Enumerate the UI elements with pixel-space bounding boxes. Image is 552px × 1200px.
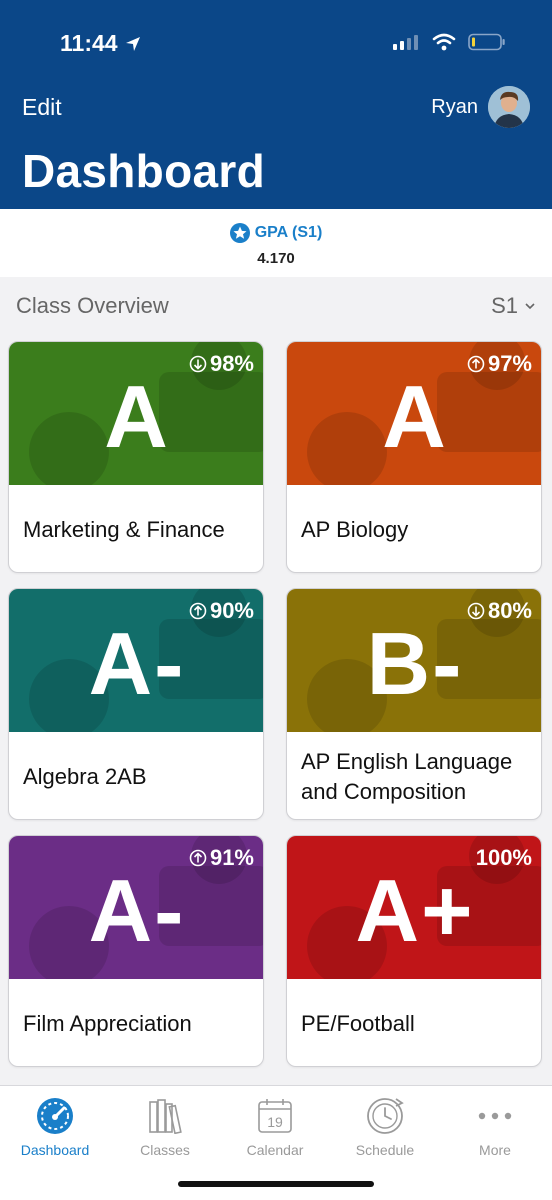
gpa-label: GPA (S1) — [254, 224, 323, 241]
class-card-banner: 98% A — [9, 342, 263, 485]
class-name: Marketing & Finance — [23, 516, 225, 542]
tab-calendar[interactable]: 19 Calendar — [220, 1094, 330, 1158]
class-name: AP English Language and Composition — [301, 748, 513, 804]
gpa-summary[interactable]: GPA (S1) 4.170 — [0, 209, 552, 277]
class-card-banner: 97% A — [287, 342, 541, 485]
class-card[interactable]: 98% A Marketing & Finance — [8, 341, 264, 573]
tab-label: Schedule — [355, 1142, 415, 1158]
class-grade: A- — [88, 614, 186, 713]
calendar-day: 19 — [267, 1114, 283, 1130]
class-overview-header: Class Overview S1 — [0, 277, 552, 331]
tab-schedule[interactable]: Schedule — [330, 1094, 440, 1158]
wifi-icon — [432, 33, 456, 51]
books-icon — [149, 1099, 182, 1134]
class-grade: B- — [366, 614, 464, 713]
chevron-down-icon — [525, 303, 535, 310]
class-grade: A — [382, 367, 448, 466]
class-name: Algebra 2AB — [23, 763, 147, 789]
class-grade: A — [104, 367, 170, 466]
class-card[interactable]: 100% A+ PE/Football — [286, 835, 542, 1067]
home-indicator — [178, 1181, 374, 1187]
status-time: 11:44 — [60, 30, 142, 57]
semester-value: S1 — [491, 293, 518, 318]
class-card[interactable]: 90% A- Algebra 2AB — [8, 588, 264, 820]
star-badge-icon — [229, 223, 250, 243]
avatar[interactable] — [488, 86, 530, 128]
user-profile[interactable]: Ryan — [431, 86, 530, 128]
speedometer-icon — [37, 1098, 73, 1134]
app-header: 11:44 Edit Ryan Dashboard — [0, 0, 552, 209]
class-card[interactable]: 91% A- Film Appreciation — [8, 835, 264, 1067]
class-name: PE/Football — [301, 1010, 415, 1036]
class-card-banner: 100% A+ — [287, 836, 541, 979]
calendar-icon: 19 — [258, 1099, 292, 1133]
tab-more[interactable]: More — [440, 1094, 550, 1158]
more-icon — [478, 1112, 512, 1120]
class-card-banner: 91% A- — [9, 836, 263, 979]
gpa-value: 4.170 — [257, 250, 295, 267]
status-indicators — [392, 33, 506, 51]
page-title: Dashboard — [22, 145, 265, 197]
class-overview-title: Class Overview — [16, 293, 169, 318]
clock-icon — [367, 1098, 404, 1134]
tab-classes[interactable]: Classes — [110, 1094, 220, 1158]
tab-label: Calendar — [246, 1142, 304, 1158]
tab-dashboard[interactable]: Dashboard — [0, 1094, 110, 1158]
class-name: AP Biology — [301, 516, 409, 542]
class-grade: A- — [88, 861, 186, 960]
class-name: Film Appreciation — [23, 1010, 192, 1036]
user-name: Ryan — [431, 95, 478, 118]
tab-label: Classes — [140, 1142, 190, 1158]
signal-icon — [393, 35, 418, 50]
gpa-label-row: GPA (S1) — [0, 223, 552, 243]
status-time-text: 11:44 — [60, 30, 118, 56]
semester-selector[interactable]: S1 — [491, 293, 536, 319]
class-card-banner: 80% B- — [287, 589, 541, 732]
class-card[interactable]: 97% A AP Biology — [286, 341, 542, 573]
class-grade: A+ — [355, 861, 475, 960]
tab-label: More — [479, 1142, 511, 1158]
location-arrow-icon — [125, 36, 140, 51]
class-card[interactable]: 80% B- AP English Language and Composition — [286, 588, 542, 820]
battery-icon — [468, 33, 505, 51]
tab-label: Dashboard — [20, 1142, 90, 1158]
class-card-banner: 90% A- — [9, 589, 263, 732]
edit-button[interactable]: Edit — [22, 94, 62, 121]
